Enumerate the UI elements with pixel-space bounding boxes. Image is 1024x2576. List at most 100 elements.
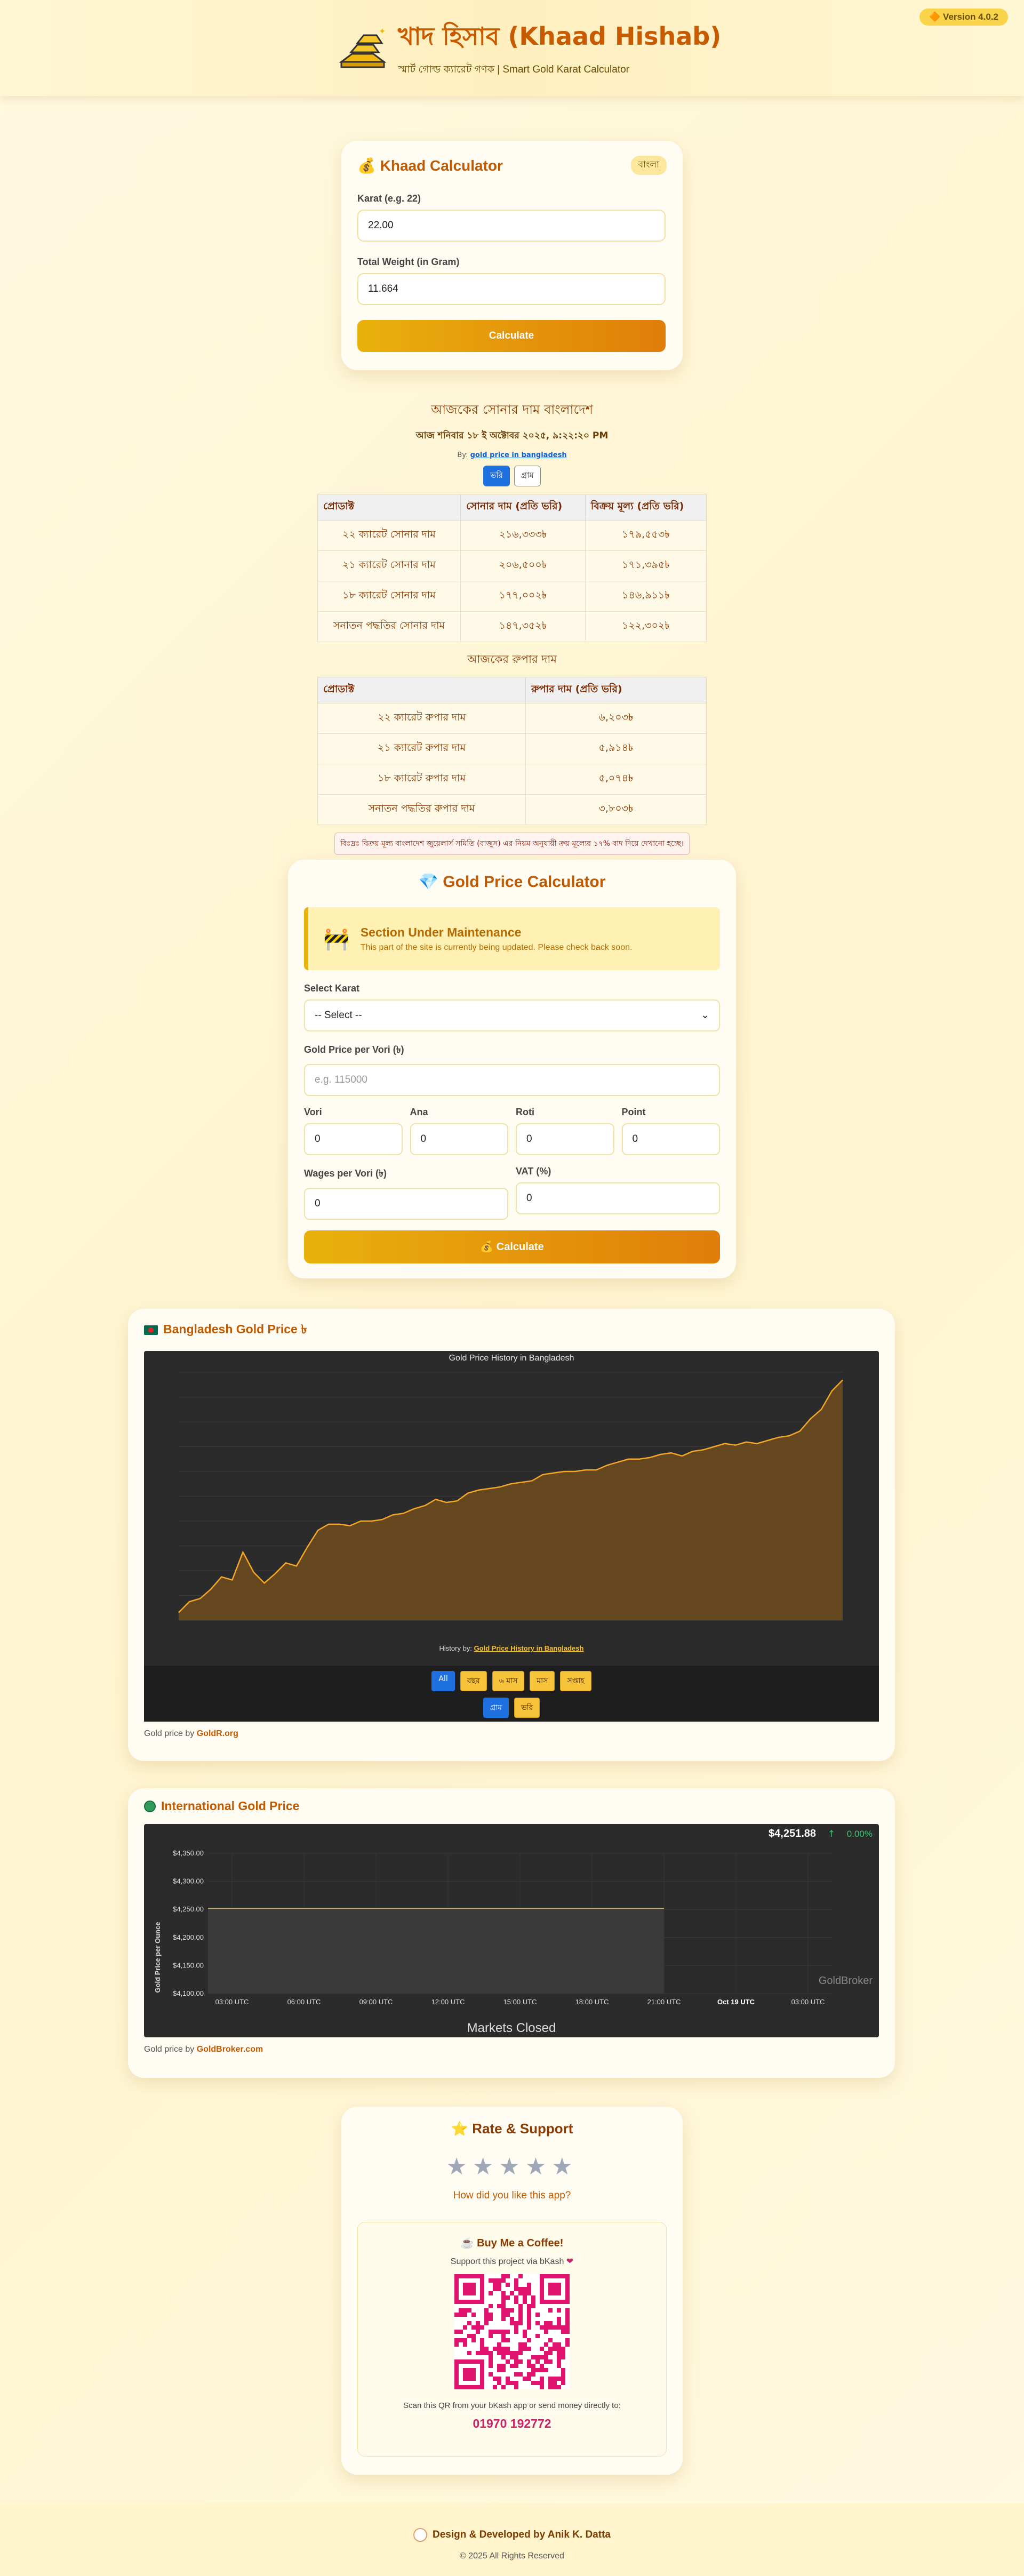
market-status: Markets Closed <box>467 2021 556 2035</box>
y-tick-label: $4,350.00 <box>173 1849 204 1857</box>
app-title: খাদ হিসাব (Khaad Hishab) <box>398 22 722 51</box>
table-row: ২২ ক্যারেট রুপার দাম ৬,২০৩৳ <box>317 703 707 734</box>
unit-gram-button[interactable]: গ্রাম <box>483 1698 509 1718</box>
roti-label: Roti <box>516 1107 534 1117</box>
rates-title: আজকের সোনার দাম বাংলাদেশ <box>431 402 593 417</box>
gold-price-calculator-card: 💎 Gold Price Calculator 🚧 Section Under … <box>288 860 736 1278</box>
khaad-calculate-button[interactable]: Calculate <box>357 320 666 352</box>
range-all-button[interactable]: All <box>431 1671 455 1691</box>
vat-label: VAT (%) <box>516 1166 551 1177</box>
star-icon: ⭐ <box>451 2121 468 2137</box>
coffee-title: ☕ Buy Me a Coffee! <box>460 2237 564 2249</box>
star-rating[interactable]: ★★★★★ <box>357 2153 667 2180</box>
intl-ylabel: Gold Price per Ounce <box>154 1922 162 1993</box>
range-week-button[interactable]: সপ্তাহ <box>560 1671 591 1691</box>
table-header: প্রোডাক্ট <box>317 677 526 703</box>
maintenance-title: Section Under Maintenance <box>360 925 522 939</box>
scan-instruction: Scan this QR from your bKash app or send… <box>403 2401 621 2410</box>
y-tick-label: $4,250.00 <box>173 1905 204 1913</box>
rate-support-card: ⭐ Rate & Support ★★★★★ How did you like … <box>341 2107 683 2475</box>
bd-history-link[interactable]: Gold Price History in Bangladesh <box>474 1644 584 1652</box>
point-label: Point <box>621 1107 646 1117</box>
heart-icon: ❤ <box>566 2257 574 2266</box>
coffee-icon: ☕ <box>460 2237 474 2249</box>
table-header: বিক্রয় মূল্য (প্রতি ভরি) <box>585 494 707 521</box>
wages-label: Wages per Vori (৳) <box>304 1168 387 1179</box>
footer: Design & Developed by Anik K. Datta © 20… <box>0 2503 1024 2576</box>
karat-input[interactable]: 22.00 <box>357 210 666 242</box>
intl-price: $4,251.88 <box>769 1828 816 1839</box>
vori-input[interactable]: 0 <box>304 1123 403 1155</box>
range-6month-button[interactable]: ৬ মাস <box>492 1671 525 1691</box>
area-fill <box>208 1908 664 1994</box>
goldr-link[interactable]: GoldR.org <box>197 1729 238 1738</box>
roti-input[interactable]: 0 <box>516 1123 614 1155</box>
silver-title: আজকের রুপার দাম <box>467 653 557 666</box>
bkash-qr-code <box>454 2274 570 2389</box>
bangladesh-flag-icon <box>144 1325 158 1335</box>
unit-vori-button[interactable]: ভরি <box>514 1698 540 1718</box>
bd-chart-credit: Gold price by GoldR.org <box>144 1729 238 1738</box>
goldbroker-logo: GoldBroker <box>819 1975 873 1987</box>
footer-copyright: © 2025 All Rights Reserved <box>460 2551 564 2561</box>
ana-label: Ana <box>410 1107 428 1117</box>
range-year-button[interactable]: বছর <box>460 1671 487 1691</box>
y-tick-label: $4,200.00 <box>173 1933 204 1941</box>
silver-rate-table: প্রোডাক্ট রুপার দাম (প্রতি ভরি) ২২ ক্যার… <box>317 677 707 825</box>
rate-title: ⭐ Rate & Support <box>451 2121 573 2137</box>
table-header: প্রোডাক্ট <box>317 494 461 521</box>
area-fill <box>179 1380 843 1620</box>
rates-source-link[interactable]: gold price in bangladesh <box>470 451 567 459</box>
developer-logo-icon <box>413 2528 427 2542</box>
bkash-number: 01970 192772 <box>473 2417 551 2430</box>
karat-select[interactable]: -- Select -- ⌄ <box>304 999 720 1031</box>
bd-chart-plot: Gold Price History in Bangladesh <box>178 1354 843 1621</box>
weight-input[interactable]: 11.664 <box>357 273 666 305</box>
bd-chart-heading: Bangladesh Gold Price ৳ <box>144 1319 879 1340</box>
x-tick-label: 15:00 UTC <box>503 1998 537 2006</box>
coffee-box: ☕ Buy Me a Coffee! Support this project … <box>357 2222 667 2457</box>
weight-label: Total Weight (in Gram) <box>357 257 460 267</box>
bd-chart: Gold Price History in Bangladesh History… <box>144 1351 879 1722</box>
version-badge: 🔶 Version 4.0.2 <box>919 9 1008 26</box>
wages-input[interactable]: 0 <box>304 1188 508 1220</box>
tab-vori[interactable]: ভরি <box>483 466 510 486</box>
svg-text:✦: ✦ <box>379 26 386 36</box>
x-tick-label: 09:00 UTC <box>359 1998 393 2006</box>
app-subtitle: স্মার্ট গোল্ড ক্যারেট গণক | Smart Gold K… <box>398 64 629 75</box>
y-tick-label: $4,300.00 <box>173 1877 204 1885</box>
ana-input[interactable]: 0 <box>410 1123 508 1155</box>
y-tick-label: $4,100.00 <box>173 1989 204 1997</box>
goldbroker-link[interactable]: GoldBroker.com <box>197 2045 263 2054</box>
chevron-down-icon: ⌄ <box>701 1010 709 1021</box>
price-label: Gold Price per Vori (৳) <box>304 1044 404 1055</box>
range-month-button[interactable]: মাস <box>530 1671 555 1691</box>
y-tick-label: $4,150.00 <box>173 1961 204 1969</box>
rates-source: By: gold price in bangladesh <box>457 451 567 459</box>
language-toggle[interactable]: বাংলা <box>630 156 667 175</box>
vat-input[interactable]: 0 <box>516 1182 720 1214</box>
table-row: ২১ ক্যারেট রুপার দাম ৫,৯১৪৳ <box>317 733 707 764</box>
x-tick-label: 18:00 UTC <box>575 1998 609 2006</box>
intl-chart: $4,251.88 0.00% ↑ Gold Price per Ounce G… <box>144 1824 879 2037</box>
point-input[interactable]: 0 <box>621 1123 720 1155</box>
table-header: সোনার দাম (প্রতি ভরি) <box>460 494 586 521</box>
intl-chart-heading: International Gold Price <box>144 1799 879 1813</box>
x-tick-label: 12:00 UTC <box>431 1998 465 2006</box>
table-row: ১৮ ক্যারেট রুপার দাম ৫,০৭৪৳ <box>317 764 707 795</box>
tab-gram[interactable]: গ্রাম <box>514 466 541 486</box>
price-input[interactable]: e.g. 115000 <box>304 1064 720 1096</box>
table-header: রুপার দাম (প্রতি ভরি) <box>525 677 707 703</box>
x-tick-label: Oct 19 UTC <box>717 1998 755 2006</box>
intl-change: 0.00% <box>847 1829 873 1839</box>
bangladesh-chart-card: Bangladesh Gold Price ৳ Gold Price Histo… <box>128 1309 895 1761</box>
karat-label: Karat (e.g. 22) <box>357 193 421 204</box>
gpc-calculate-button[interactable]: 💰 Calculate <box>304 1230 720 1263</box>
x-tick-label: 03:00 UTC <box>791 1998 825 2006</box>
maintenance-banner: 🚧 Section Under Maintenance This part of… <box>304 907 720 970</box>
footer-credit: Design & Developed by Anik K. Datta <box>0 2528 1024 2542</box>
todays-rates: আজকের সোনার দাম বাংলাদেশ আজ শনিবার ১৮ ই … <box>317 400 707 855</box>
x-tick-label: 06:00 UTC <box>287 1998 321 2006</box>
gold-rate-table: প্রোডাক্ট সোনার দাম (প্রতি ভরি) বিক্রয় … <box>317 494 707 642</box>
table-row: সনাতন পদ্ধতির সোনার দাম ১৪৭,৩৫২৳ ১২২,৩০২৳ <box>317 611 707 642</box>
